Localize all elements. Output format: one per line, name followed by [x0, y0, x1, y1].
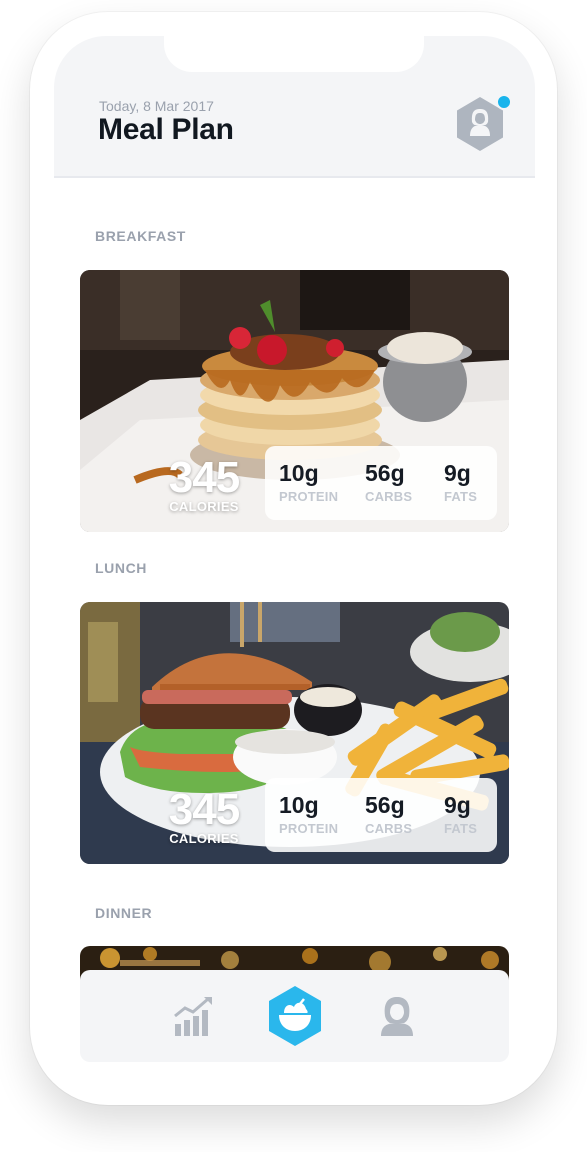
phone-frame: Today, 8 Mar 2017 Meal Plan BREAKFAST 34… — [30, 12, 557, 1105]
profile-icon — [381, 997, 413, 1036]
carbs-label: CARBS — [365, 489, 413, 504]
section-label-dinner: DINNER — [95, 905, 153, 921]
fats-value: 9g — [444, 460, 471, 486]
protein-label: PROTEIN — [279, 489, 339, 504]
fats-label: FATS — [444, 489, 478, 504]
salad-bowl-icon — [269, 986, 321, 1046]
protein-label: PROTEIN — [279, 821, 339, 836]
calories-value: 345 — [168, 453, 240, 502]
macro-protein: 10g PROTEIN — [279, 792, 338, 836]
protein-value: 10g — [279, 460, 319, 486]
header-date: Today, 8 Mar 2017 — [99, 98, 214, 114]
section-label-breakfast: BREAKFAST — [95, 228, 186, 244]
macro-fats: 9g FATS — [444, 792, 477, 836]
section-label-lunch: LUNCH — [95, 560, 147, 576]
fats-value: 9g — [444, 792, 471, 818]
bottom-tab-bar — [80, 970, 509, 1062]
stats-chart-icon — [174, 997, 212, 1036]
macros-panel: 10g PROTEIN 56g CARBS 9g FATS — [265, 778, 497, 852]
macros-panel: 10g PROTEIN 56g CARBS 9g FATS — [265, 446, 497, 520]
notification-dot — [496, 94, 512, 110]
meal-card-lunch[interactable]: 345 CALORIES 10g PROTEIN 56g CARBS 9g FA… — [80, 602, 509, 864]
calories-label: CALORIES — [169, 499, 239, 514]
device-notch — [164, 36, 424, 72]
protein-value: 10g — [279, 792, 319, 818]
calories-label: CALORIES — [169, 831, 239, 846]
app-screen: Today, 8 Mar 2017 Meal Plan BREAKFAST 34… — [54, 36, 535, 1081]
carbs-value: 56g — [365, 792, 405, 818]
carbs-label: CARBS — [365, 821, 413, 836]
meal-card-breakfast[interactable]: 345 CALORIES 10g PROTEIN 56g CARBS 9g FA… — [80, 270, 509, 532]
tab-profile[interactable] — [365, 984, 429, 1048]
macro-carbs: 56g CARBS — [365, 792, 412, 836]
macro-fats: 9g FATS — [444, 460, 477, 504]
calories-value: 345 — [168, 785, 240, 834]
macro-protein: 10g PROTEIN — [279, 460, 338, 504]
carbs-value: 56g — [365, 460, 405, 486]
tab-meal-plan[interactable] — [263, 984, 327, 1048]
page-title: Meal Plan — [98, 113, 234, 146]
fats-label: FATS — [444, 821, 478, 836]
tab-stats[interactable] — [162, 984, 226, 1048]
macro-carbs: 56g CARBS — [365, 460, 412, 504]
